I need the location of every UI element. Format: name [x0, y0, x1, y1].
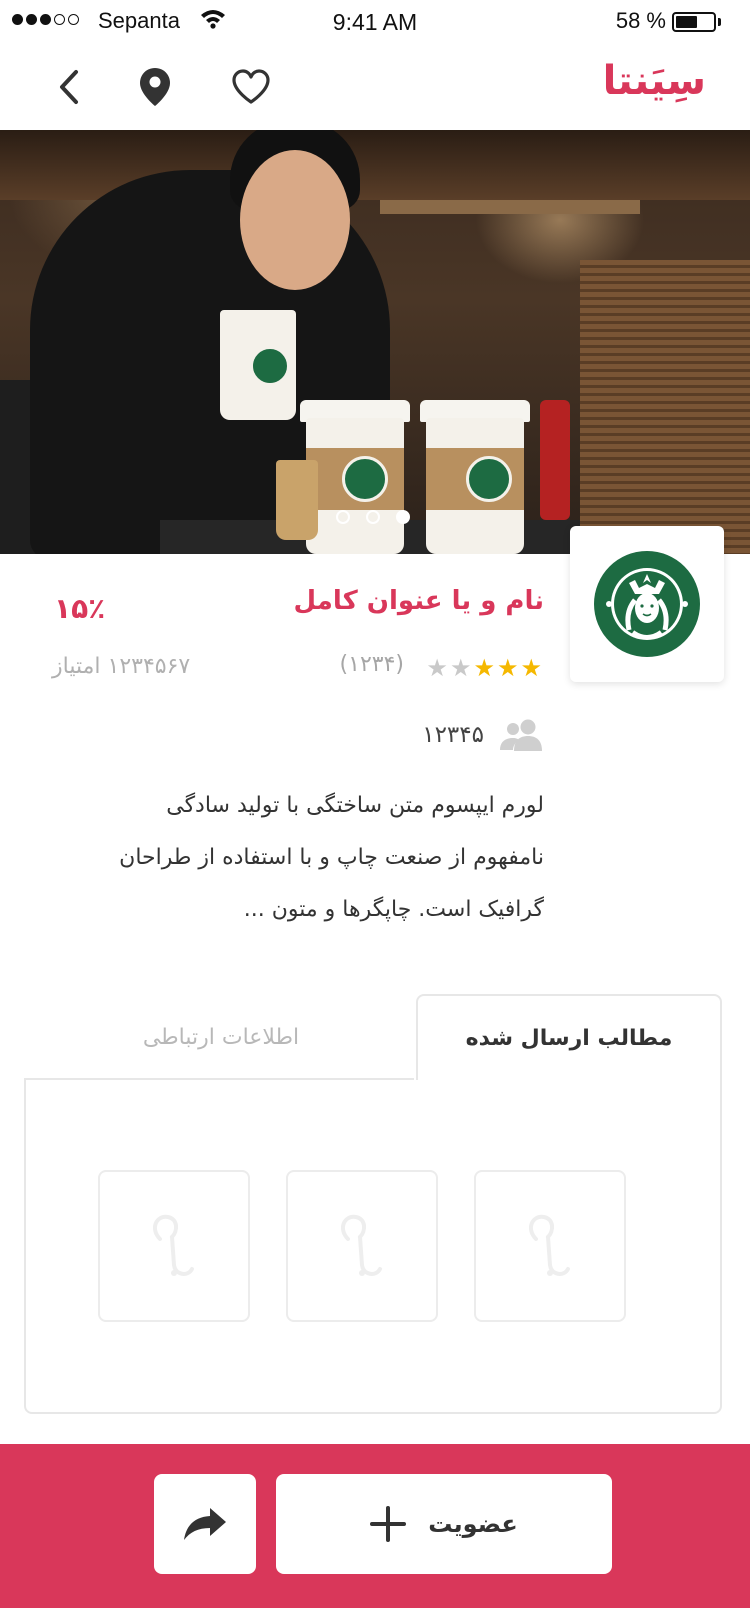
- placeholder-image-icon: [340, 1214, 382, 1276]
- placeholder-image-icon: [528, 1214, 570, 1276]
- star-empty-icon: ★: [449, 654, 472, 682]
- star-filled-icon: ★: [520, 654, 542, 682]
- top-navigation: سِیَنتا: [0, 44, 750, 130]
- carousel-dot[interactable]: [336, 510, 350, 524]
- rating-count: (۱۲۳۴): [339, 652, 404, 677]
- members-count: ۱۲۳۴۵: [422, 722, 484, 748]
- description-line: گرافیک است. چاپگرها و متون ...: [243, 897, 544, 922]
- cup: [276, 460, 318, 540]
- carousel-dot[interactable]: [366, 510, 380, 524]
- post-thumbnail[interactable]: [98, 1170, 250, 1322]
- carousel-pager[interactable]: [336, 510, 410, 524]
- discount-badge: ۱۵٪: [54, 592, 106, 625]
- back-button[interactable]: [44, 62, 94, 112]
- post-thumbnail[interactable]: [474, 1170, 626, 1322]
- share-arrow-icon: [184, 1508, 226, 1540]
- join-label: عضویت: [428, 1510, 518, 1538]
- placeholder-image-icon: [152, 1214, 194, 1276]
- description-line: لورم ایپسوم متن ساختگی با تولید سادگی: [166, 793, 544, 818]
- location-button[interactable]: [130, 62, 180, 112]
- cup: [426, 418, 524, 554]
- business-description: لورم ایپسوم متن ساختگی با تولید سادگی نا…: [64, 780, 544, 936]
- brand-logo-card: [570, 526, 724, 682]
- starbucks-logo-icon: [594, 551, 700, 657]
- star-filled-icon: ★: [496, 654, 519, 682]
- join-button[interactable]: عضویت: [276, 1474, 612, 1574]
- location-pin-icon: [140, 68, 170, 106]
- tab-panel-posts: [24, 1078, 722, 1414]
- red-pitcher: [540, 400, 570, 520]
- cup: [306, 418, 404, 554]
- chevron-left-icon: [60, 70, 78, 104]
- star-empty-icon: ★: [426, 654, 448, 682]
- cup-sleeve-stack: [580, 260, 750, 554]
- plus-icon: [370, 1506, 407, 1542]
- share-button[interactable]: [154, 1474, 256, 1574]
- shelf: [380, 200, 640, 214]
- bottom-action-bar: عضویت: [0, 1444, 750, 1608]
- tab-posts[interactable]: مطالب ارسال شده: [416, 994, 722, 1080]
- star-filled-icon: ★: [473, 654, 495, 682]
- members-icon: [498, 718, 546, 756]
- status-bar: Sepanta 9:41 AM 58 %: [0, 0, 750, 44]
- battery-tip: [718, 18, 721, 26]
- description-line: نامفهوم از صنعت چاپ و با استفاده از طراح…: [119, 845, 544, 870]
- points-label: ۱۲۳۴۵۶۷ امتیاز: [52, 654, 191, 679]
- battery-percentage: 58 %: [615, 8, 666, 33]
- app-logo[interactable]: سِیَنتا: [603, 58, 706, 104]
- cup-in-hand: [220, 310, 296, 420]
- favorite-button[interactable]: [226, 62, 276, 112]
- post-thumbnail[interactable]: [286, 1170, 438, 1322]
- star-rating: ★ ★ ★ ★ ★: [426, 656, 542, 680]
- heart-icon: [232, 69, 270, 104]
- battery-icon: [672, 12, 716, 32]
- tab-contact-info[interactable]: اطلاعات ارتباطی: [26, 994, 416, 1080]
- carousel-dot[interactable]: [396, 510, 410, 524]
- business-title: نام و یا عنوان کامل: [293, 586, 544, 616]
- hero-image-carousel[interactable]: [0, 130, 750, 554]
